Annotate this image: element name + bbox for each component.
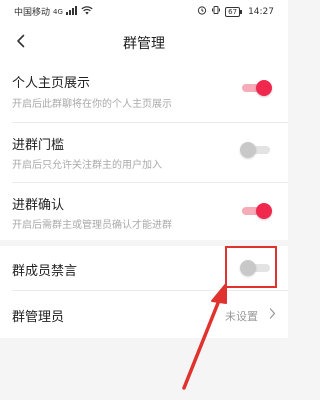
annotation-arrow-icon	[182, 283, 227, 390]
